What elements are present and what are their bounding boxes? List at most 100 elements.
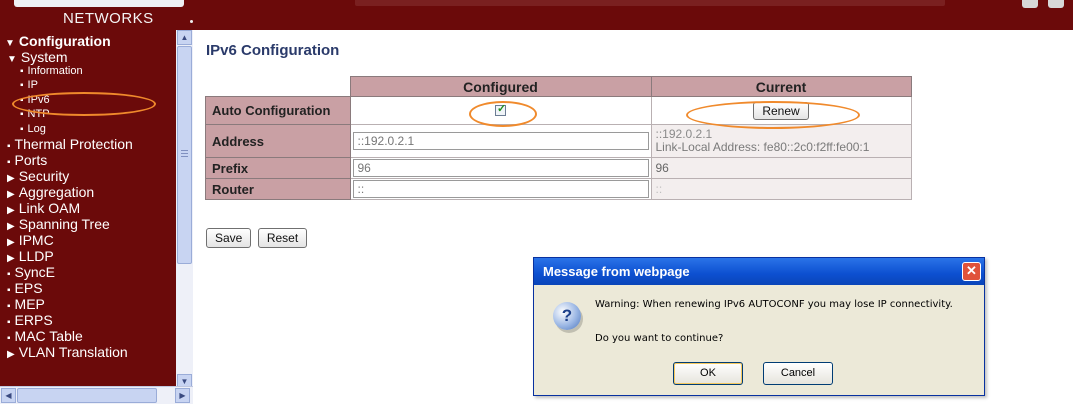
bullet-icon: ▪ xyxy=(7,269,11,280)
nav-item-label: VLAN Translation xyxy=(18,344,128,360)
home-icon[interactable] xyxy=(1022,0,1038,8)
nav-item-label: Configuration xyxy=(18,33,111,49)
nav-item-lldp[interactable]: ▶ LLDP xyxy=(7,248,54,264)
row-label-prefix: Prefix xyxy=(205,157,351,179)
nav-item-label: Ports xyxy=(14,152,48,168)
caret-right-icon: ▶ xyxy=(7,349,15,360)
nav-item-aggregation[interactable]: ▶ Aggregation xyxy=(7,184,94,200)
address-input[interactable] xyxy=(352,132,649,150)
ipv6-config-table: Configured Current Auto Configuration ✓ … xyxy=(205,76,912,200)
nav-item-mac-table[interactable]: ▪ MAC Table xyxy=(7,328,83,344)
caret-right-icon: ▶ xyxy=(7,253,15,264)
form-buttons: Save Reset xyxy=(206,228,308,248)
router-input-cell xyxy=(349,178,652,200)
nav-item-label: Spanning Tree xyxy=(18,216,110,232)
annotation-ring-renew xyxy=(686,101,860,129)
app-header: NETWORKS xyxy=(0,0,1073,30)
caret-right-icon: ▶ xyxy=(7,205,15,216)
question-icon: ? xyxy=(553,302,581,330)
nav-item-configuration[interactable]: ▼ Configuration xyxy=(5,33,111,49)
router-input[interactable] xyxy=(352,180,649,198)
brand-networks-text: NETWORKS xyxy=(63,10,154,27)
row-label-address: Address xyxy=(205,124,351,158)
nav-tree: ▼ Configuration ▼ System ▪ Information ▪ IP ▪ IPv… xyxy=(0,30,176,390)
sidebar-vertical-scrollbar[interactable]: ▲ ▼ xyxy=(176,30,193,390)
nav-item-information[interactable]: ▪ Information xyxy=(20,65,83,77)
annotation-ring-ipv6 xyxy=(12,92,156,116)
bullet-icon: ▪ xyxy=(7,301,11,312)
nav-item-label: ERPS xyxy=(14,312,53,328)
nav-item-label: Information xyxy=(27,65,83,77)
nav-item-label: EPS xyxy=(14,280,43,296)
prefix-current: 96 xyxy=(650,157,912,179)
nav-item-system[interactable]: ▼ System xyxy=(7,49,68,65)
caret-down-icon: ▼ xyxy=(5,38,15,49)
banner-title-graphic xyxy=(355,0,945,6)
nav-item-label: Link OAM xyxy=(18,200,81,216)
nav-item-label: Aggregation xyxy=(18,184,95,200)
nav-item-synce[interactable]: ▪ SyncE xyxy=(7,264,55,280)
bullet-icon: ▪ xyxy=(20,109,24,120)
nav-item-label: Thermal Protection xyxy=(14,136,133,152)
bullet-icon: ▪ xyxy=(7,141,11,152)
brand-logo xyxy=(14,0,184,7)
bullet-icon: ▪ xyxy=(20,66,24,77)
nav-item-eps[interactable]: ▪ EPS xyxy=(7,280,43,296)
nav-item-log[interactable]: ▪ Log xyxy=(20,123,46,135)
row-label-router: Router xyxy=(205,178,351,200)
reset-button[interactable]: Reset xyxy=(257,228,308,248)
prefix-input[interactable] xyxy=(352,159,649,177)
bullet-icon: ▪ xyxy=(7,333,11,344)
caret-down-icon: ▼ xyxy=(7,54,17,65)
caret-right-icon: ▶ xyxy=(7,237,15,248)
ok-button[interactable]: OK xyxy=(673,362,743,385)
nav-item-security[interactable]: ▶ Security xyxy=(7,168,69,184)
scroll-left-arrow-icon[interactable]: ◀ xyxy=(1,388,16,403)
sidebar: ▼ Configuration ▼ System ▪ Information ▪ IP ▪ IPv… xyxy=(0,30,193,404)
logout-icon[interactable] xyxy=(1048,0,1064,8)
column-header-configured: Configured xyxy=(349,76,652,97)
nav-item-label: IP xyxy=(27,79,38,91)
column-header-current: Current xyxy=(650,76,912,97)
horizontal-scroll-thumb[interactable] xyxy=(17,388,157,403)
close-icon[interactable]: ✕ xyxy=(962,262,981,281)
nav-item-label: Security xyxy=(18,168,70,184)
nav-item-mep[interactable]: ▪ MEP xyxy=(7,296,45,312)
nav-item-label: LLDP xyxy=(18,248,54,264)
nav-item-thermal-protection[interactable]: ▪ Thermal Protection xyxy=(7,136,133,152)
link-local-address: Link-Local Address: fe80::2c0:f2ff:fe00:… xyxy=(655,140,870,154)
confirm-dialog: Message from webpage ✕ ? Warning: When r… xyxy=(533,257,985,396)
bullet-icon: ▪ xyxy=(7,285,11,296)
sidebar-horizontal-scrollbar[interactable]: ◀ ▶ xyxy=(0,386,193,404)
nav-item-label: MAC Table xyxy=(14,328,83,344)
nav-item-ip[interactable]: ▪ IP xyxy=(20,79,38,91)
nav-item-ipmc[interactable]: ▶ IPMC xyxy=(7,232,54,248)
dialog-title: Message from webpage xyxy=(543,264,690,279)
scroll-thumb[interactable] xyxy=(177,46,192,264)
router-current: :: xyxy=(650,178,912,200)
caret-right-icon: ▶ xyxy=(7,189,15,200)
nav-item-erps[interactable]: ▪ ERPS xyxy=(7,312,53,328)
brand-logo-dot xyxy=(190,20,193,23)
prefix-input-cell xyxy=(349,157,652,179)
nav-item-ports[interactable]: ▪ Ports xyxy=(7,152,47,168)
scroll-up-arrow-icon[interactable]: ▲ xyxy=(177,30,192,45)
page-title: IPv6 Configuration xyxy=(206,42,340,59)
cancel-button[interactable]: Cancel xyxy=(763,362,833,385)
bullet-icon: ▪ xyxy=(7,157,11,168)
scroll-right-arrow-icon[interactable]: ▶ xyxy=(175,388,190,403)
nav-item-vlan-translation[interactable]: ▶ VLAN Translation xyxy=(7,344,128,360)
bullet-icon: ▪ xyxy=(20,124,24,135)
nav-item-label: SyncE xyxy=(14,264,56,280)
save-button[interactable]: Save xyxy=(206,228,252,248)
bullet-icon: ▪ xyxy=(7,317,11,328)
row-label-auto-configuration: Auto Configuration xyxy=(205,96,351,125)
nav-item-link-oam[interactable]: ▶ Link OAM xyxy=(7,200,80,216)
dialog-titlebar[interactable]: Message from webpage ✕ xyxy=(534,258,984,285)
nav-item-spanning-tree[interactable]: ▶ Spanning Tree xyxy=(7,216,110,232)
annotation-ring-checkbox xyxy=(469,101,537,127)
address-input-cell xyxy=(349,124,652,158)
dialog-warning-text: Warning: When renewing IPv6 AUTOCONF you… xyxy=(595,299,953,310)
caret-right-icon: ▶ xyxy=(7,221,15,232)
dialog-question-text: Do you want to continue? xyxy=(595,333,724,344)
